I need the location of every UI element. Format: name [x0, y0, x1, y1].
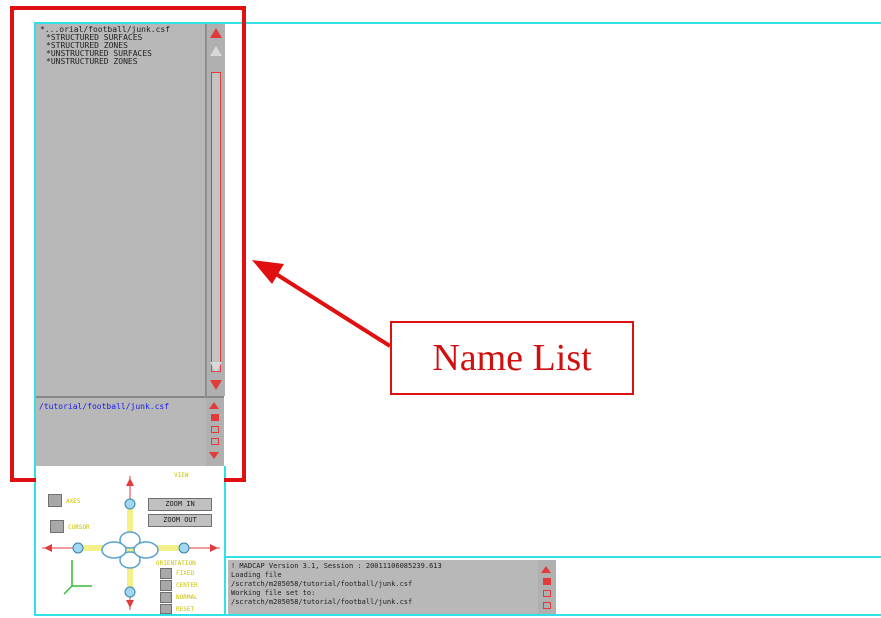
callout-arrow-icon: [252, 260, 392, 348]
name-list-callout: Name List: [390, 321, 634, 395]
